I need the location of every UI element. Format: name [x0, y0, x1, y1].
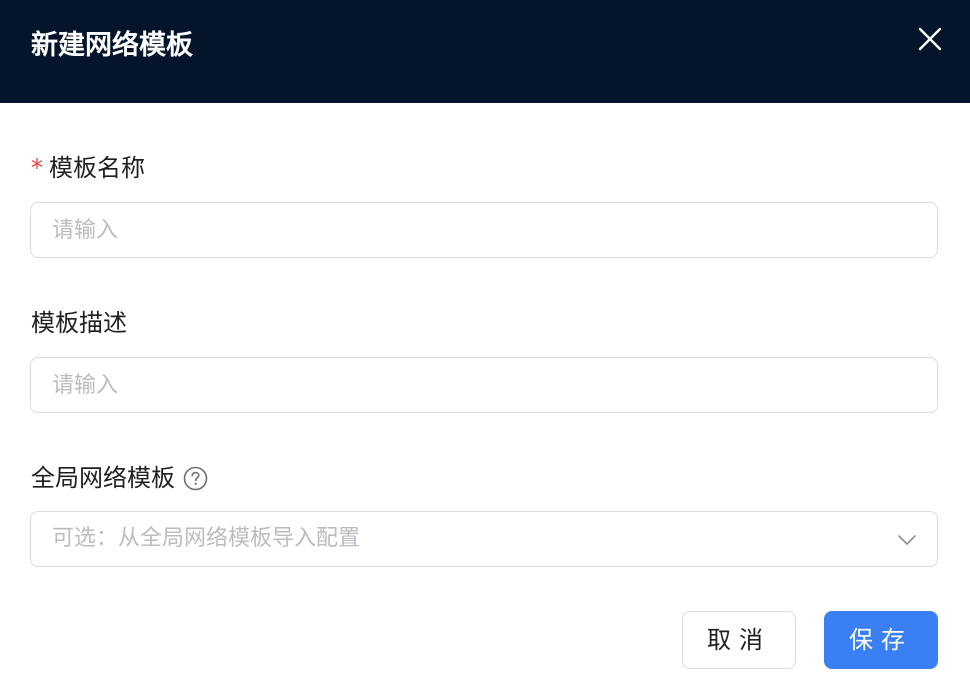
chevron-down-icon	[898, 535, 916, 545]
global-template-label: 全局网络模板	[31, 462, 208, 494]
template-description-field	[30, 357, 938, 413]
template-description-input[interactable]	[31, 358, 937, 412]
new-network-template-dialog: 新建网络模板 * 模板名称 模板描述 全局网络模板 可选：从全局网络模板导入	[0, 0, 970, 696]
dialog-header: 新建网络模板	[0, 0, 970, 103]
template-name-field	[30, 202, 938, 258]
dialog-title: 新建网络模板	[31, 30, 193, 61]
required-mark: *	[31, 154, 43, 182]
template-description-label: 模板描述	[31, 307, 127, 339]
close-button[interactable]	[912, 21, 948, 57]
template-name-label-text: 模板名称	[49, 154, 145, 182]
template-name-input[interactable]	[31, 203, 937, 257]
template-name-label: * 模板名称	[31, 152, 145, 184]
help-button[interactable]	[183, 466, 208, 491]
cancel-button[interactable]: 取消	[682, 611, 796, 669]
close-icon	[918, 27, 942, 51]
save-button[interactable]: 保存	[824, 611, 938, 669]
global-template-placeholder: 可选：从全局网络模板导入配置	[52, 526, 361, 551]
template-description-label-text: 模板描述	[31, 309, 127, 337]
global-template-label-text: 全局网络模板	[31, 464, 175, 492]
question-circle-icon	[183, 466, 208, 490]
global-template-select[interactable]: 可选：从全局网络模板导入配置	[30, 511, 938, 567]
